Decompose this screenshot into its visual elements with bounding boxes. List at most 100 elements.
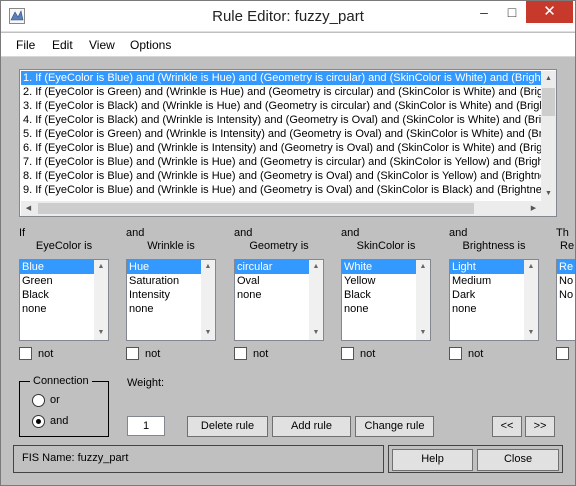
- scroll-right-icon[interactable]: ▶: [526, 201, 541, 216]
- brightness-listbox[interactable]: Light Medium Dark none ▲ ▼: [449, 259, 539, 341]
- list-item[interactable]: Blue: [20, 260, 94, 274]
- rules-listbox[interactable]: 1. If (EyeColor is Blue) and (Wrinkle is…: [19, 69, 557, 217]
- close-window-button[interactable]: ✕: [526, 1, 573, 23]
- rule-item[interactable]: 8. If (EyeColor is Blue) and (Wrinkle is…: [21, 169, 541, 183]
- weight-label: Weight:: [127, 377, 165, 389]
- eyecolor-listbox[interactable]: Blue Green Black none ▲ ▼: [19, 259, 109, 341]
- not-label: not: [38, 347, 54, 360]
- list-item[interactable]: circular: [235, 260, 309, 274]
- variable-label: Re: [560, 240, 575, 252]
- scroll-up-icon[interactable]: ▲: [309, 260, 323, 274]
- rule-item[interactable]: 4. If (EyeColor is Black) and (Wrinkle i…: [21, 113, 541, 127]
- list-item[interactable]: White: [342, 260, 416, 274]
- not-checkbox[interactable]: [234, 347, 247, 360]
- scroll-down-icon[interactable]: ▼: [94, 326, 108, 340]
- connection-group: Connection or and: [19, 375, 109, 437]
- minimize-button[interactable]: –: [470, 1, 498, 23]
- list-item[interactable]: Re: [557, 260, 575, 274]
- not-option[interactable]: not: [126, 347, 160, 360]
- conjunction-label: and: [234, 227, 253, 239]
- not-option[interactable]: not: [234, 347, 268, 360]
- conjunction-label: If: [19, 227, 26, 239]
- not-option[interactable]: not: [341, 347, 375, 360]
- menu-file[interactable]: File: [16, 38, 35, 52]
- not-checkbox[interactable]: [341, 347, 354, 360]
- not-option[interactable]: not: [19, 347, 53, 360]
- rule-item[interactable]: 3. If (EyeColor is Black) and (Wrinkle i…: [21, 99, 541, 113]
- not-label: not: [253, 347, 269, 360]
- rule-item[interactable]: 2. If (EyeColor is Green) and (Wrinkle i…: [21, 85, 541, 99]
- rule-item[interactable]: 9. If (EyeColor is Blue) and (Wrinkle is…: [21, 183, 541, 197]
- scroll-down-icon[interactable]: ▼: [541, 186, 556, 201]
- help-button[interactable]: Help: [392, 449, 473, 471]
- list-item[interactable]: No: [557, 274, 575, 288]
- scroll-down-icon[interactable]: ▼: [524, 326, 538, 340]
- delete-rule-button[interactable]: Delete rule: [187, 416, 268, 437]
- rules-vertical-scrollbar[interactable]: ▲ ▼: [541, 71, 556, 201]
- rule-item[interactable]: 1. If (EyeColor is Blue) and (Wrinkle is…: [21, 71, 541, 85]
- weight-input[interactable]: 1: [127, 416, 165, 436]
- wrinkle-listbox[interactable]: Hue Saturation Intensity none ▲ ▼: [126, 259, 216, 341]
- or-label: or: [50, 394, 60, 406]
- and-radio[interactable]: [32, 415, 45, 428]
- listbox-scrollbar[interactable]: ▲ ▼: [94, 260, 108, 340]
- maximize-button[interactable]: □: [498, 1, 526, 23]
- rule-item[interactable]: 6. If (EyeColor is Blue) and (Wrinkle is…: [21, 141, 541, 155]
- scroll-thumb[interactable]: [38, 203, 474, 214]
- listbox-scrollbar[interactable]: ▲ ▼: [201, 260, 215, 340]
- listbox-scrollbar[interactable]: ▲ ▼: [524, 260, 538, 340]
- scroll-up-icon[interactable]: ▲: [201, 260, 215, 274]
- not-label: not: [145, 347, 161, 360]
- variable-label: SkinColor is: [356, 240, 416, 252]
- output-listbox[interactable]: Re No No: [556, 259, 575, 341]
- or-radio[interactable]: [32, 394, 45, 407]
- menu-edit[interactable]: Edit: [52, 38, 73, 52]
- not-option[interactable]: not: [449, 347, 483, 360]
- variable-label: Brightness is: [462, 240, 526, 252]
- scroll-up-icon[interactable]: ▲: [541, 71, 556, 86]
- scroll-thumb[interactable]: [542, 88, 555, 116]
- list-item[interactable]: Hue: [127, 260, 201, 274]
- next-rule-button[interactable]: >>: [525, 416, 555, 437]
- scroll-up-icon[interactable]: ▲: [524, 260, 538, 274]
- not-label: not: [360, 347, 376, 360]
- geometry-listbox[interactable]: circular Oval none ▲ ▼: [234, 259, 324, 341]
- scroll-down-icon[interactable]: ▼: [416, 326, 430, 340]
- menu-options[interactable]: Options: [130, 38, 171, 52]
- output-column: Th Re Re No No: [556, 227, 575, 367]
- not-checkbox[interactable]: [19, 347, 32, 360]
- add-rule-button[interactable]: Add rule: [272, 416, 351, 437]
- change-rule-button[interactable]: Change rule: [355, 416, 434, 437]
- rules-list[interactable]: 1. If (EyeColor is Blue) and (Wrinkle is…: [21, 71, 541, 201]
- not-checkbox[interactable]: [556, 347, 569, 360]
- scrollbar-corner: [541, 201, 556, 216]
- conjunction-label: and: [126, 227, 145, 239]
- listbox-scrollbar[interactable]: ▲ ▼: [309, 260, 323, 340]
- rule-item[interactable]: 5. If (EyeColor is Green) and (Wrinkle i…: [21, 127, 541, 141]
- title-bar: Rule Editor: fuzzy_part – □ ✕: [1, 1, 575, 32]
- not-label: not: [468, 347, 484, 360]
- scroll-down-icon[interactable]: ▼: [309, 326, 323, 340]
- not-checkbox[interactable]: [449, 347, 462, 360]
- scroll-up-icon[interactable]: ▲: [94, 260, 108, 274]
- conjunction-label: and: [449, 227, 468, 239]
- menu-view[interactable]: View: [89, 38, 115, 52]
- rules-horizontal-scrollbar[interactable]: ◀ ▶: [21, 201, 541, 216]
- scroll-down-icon[interactable]: ▼: [201, 326, 215, 340]
- skincolor-listbox[interactable]: White Yellow Black none ▲ ▼: [341, 259, 431, 341]
- conjunction-label: Th: [556, 227, 569, 239]
- menu-bar: File Edit View Options: [1, 33, 575, 57]
- scroll-left-icon[interactable]: ◀: [21, 201, 36, 216]
- rule-editor-window: Rule Editor: fuzzy_part – □ ✕ File Edit …: [0, 0, 576, 486]
- variable-label: Wrinkle is: [147, 240, 195, 252]
- list-item[interactable]: Light: [450, 260, 524, 274]
- rule-item[interactable]: 7. If (EyeColor is Blue) and (Wrinkle is…: [21, 155, 541, 169]
- scroll-up-icon[interactable]: ▲: [416, 260, 430, 274]
- list-item[interactable]: No: [557, 288, 575, 302]
- not-option[interactable]: [556, 347, 569, 360]
- listbox-scrollbar[interactable]: ▲ ▼: [416, 260, 430, 340]
- close-button[interactable]: Close: [477, 449, 559, 471]
- not-checkbox[interactable]: [126, 347, 139, 360]
- status-bar: FIS Name: fuzzy_part: [13, 445, 384, 473]
- previous-rule-button[interactable]: <<: [492, 416, 522, 437]
